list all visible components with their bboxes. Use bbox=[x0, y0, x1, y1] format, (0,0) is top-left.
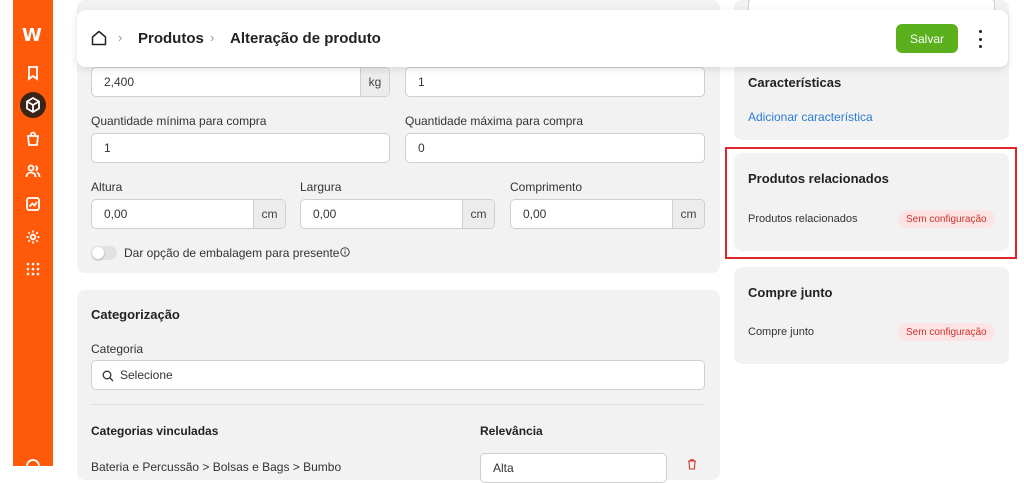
gift-wrap-toggle[interactable] bbox=[91, 246, 117, 260]
min-qty-label: Quantidade mínima para compra bbox=[91, 114, 267, 128]
weight-unit: kg bbox=[360, 68, 389, 96]
sidebar: W bbox=[13, 0, 53, 473]
min-qty-value: 1 bbox=[104, 141, 111, 155]
max-qty-label: Quantidade máxima para compra bbox=[405, 114, 584, 128]
buy-together-title: Compre junto bbox=[748, 285, 833, 300]
linked-category-row: Bateria e Percussão > Bolsas e Bags > Bu… bbox=[91, 460, 342, 474]
width-label: Largura bbox=[300, 180, 342, 194]
width-value: 0,00 bbox=[313, 207, 337, 221]
min-qty-input[interactable]: 1 bbox=[91, 133, 390, 163]
brand-logo[interactable]: W bbox=[22, 25, 42, 46]
breadcrumb-current: Alteração de produto bbox=[230, 30, 381, 47]
width-input[interactable]: 0,00 cm bbox=[300, 199, 495, 229]
home-icon[interactable] bbox=[90, 29, 108, 47]
top-right-value: 1 bbox=[418, 75, 425, 89]
max-qty-input[interactable]: 0 bbox=[405, 133, 705, 163]
breadcrumb-separator: › bbox=[118, 30, 123, 45]
breadcrumb-separator: › bbox=[210, 30, 215, 45]
search-icon bbox=[102, 370, 114, 382]
width-unit: cm bbox=[462, 200, 494, 228]
max-qty-value: 0 bbox=[418, 141, 425, 155]
relevance-value: Alta bbox=[493, 461, 514, 475]
top-right-input[interactable]: 1 bbox=[405, 67, 705, 97]
characteristics-title: Características bbox=[748, 75, 842, 90]
categorization-title: Categorização bbox=[91, 307, 180, 322]
length-value: 0,00 bbox=[523, 207, 547, 221]
category-placeholder: Selecione bbox=[120, 368, 173, 382]
cube-icon[interactable] bbox=[20, 92, 46, 118]
gear-icon[interactable] bbox=[23, 227, 43, 247]
relevance-label: Relevância bbox=[480, 424, 543, 438]
length-unit: cm bbox=[672, 200, 704, 228]
relevance-select[interactable]: Alta bbox=[480, 453, 667, 483]
help-icon[interactable] bbox=[23, 456, 43, 476]
top-header: › Produtos › Alteração de produto Salvar bbox=[77, 10, 1008, 67]
weight-input[interactable]: 2,400 kg bbox=[91, 67, 390, 97]
save-button[interactable]: Salvar bbox=[896, 24, 958, 53]
buy-together-status-badge: Sem configuração bbox=[898, 323, 995, 341]
height-unit: cm bbox=[253, 200, 285, 228]
category-label: Categoria bbox=[91, 342, 144, 356]
height-label: Altura bbox=[91, 180, 123, 194]
linked-categories-label: Categorias vinculadas bbox=[91, 424, 219, 438]
height-input[interactable]: 0,00 cm bbox=[91, 199, 286, 229]
trash-icon[interactable] bbox=[686, 458, 698, 470]
highlight-box bbox=[725, 147, 1017, 259]
buy-together-card bbox=[734, 267, 1009, 364]
breadcrumb-products[interactable]: Produtos bbox=[138, 30, 204, 47]
category-select[interactable]: Selecione bbox=[91, 360, 705, 390]
gift-wrap-label: Dar opção de embalagem para presente bbox=[124, 246, 340, 260]
weight-value: 2,400 bbox=[104, 75, 135, 89]
divider bbox=[91, 404, 705, 405]
bag-icon[interactable] bbox=[23, 129, 43, 149]
chart-icon[interactable] bbox=[23, 194, 43, 214]
add-characteristic-link[interactable]: Adicionar característica bbox=[748, 110, 873, 124]
buy-together-item: Compre junto bbox=[748, 326, 815, 338]
users-icon[interactable] bbox=[23, 161, 43, 181]
length-input[interactable]: 0,00 cm bbox=[510, 199, 705, 229]
grid-icon[interactable] bbox=[23, 259, 43, 279]
more-options-icon[interactable] bbox=[973, 30, 987, 48]
height-value: 0,00 bbox=[104, 207, 128, 221]
bookmark-icon[interactable] bbox=[23, 63, 43, 83]
info-icon[interactable] bbox=[340, 247, 350, 257]
length-label: Comprimento bbox=[510, 180, 583, 194]
